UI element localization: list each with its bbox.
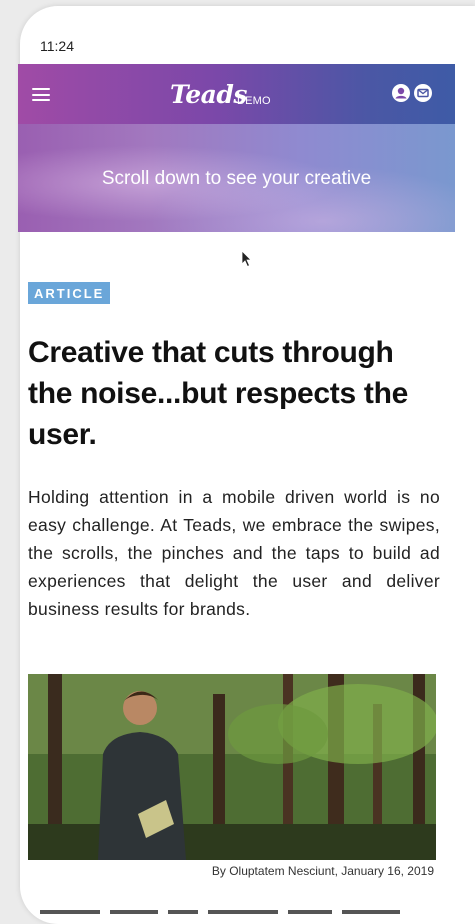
menu-icon[interactable] (32, 88, 50, 101)
status-time: 11:24 (40, 38, 74, 54)
creative-banner: Scroll down to see your creative (18, 124, 455, 232)
banner-text: Scroll down to see your creative (101, 168, 372, 189)
brand-logo-suffix: DEMO (237, 95, 271, 107)
article-body: Holding attention in a mobile driven wor… (28, 487, 440, 619)
article-badge: ARTICLE (28, 282, 111, 304)
article-headline: Creative that cuts through the noise...b… (28, 336, 409, 451)
mail-icon[interactable] (414, 84, 432, 102)
user-icon[interactable] (392, 84, 410, 102)
image-caption: By Oluptatem Nesciunt, January 16, 2019 (211, 864, 434, 878)
next-paragraph-preview (40, 900, 436, 914)
brand-logo[interactable]: Teads (170, 80, 247, 109)
mouse-cursor-icon (241, 250, 252, 268)
article-content: ARTICLE Creative that cuts through the n… (28, 282, 440, 623)
top-nav-bar: Teads DEMO (18, 64, 455, 124)
article-image (28, 674, 436, 860)
